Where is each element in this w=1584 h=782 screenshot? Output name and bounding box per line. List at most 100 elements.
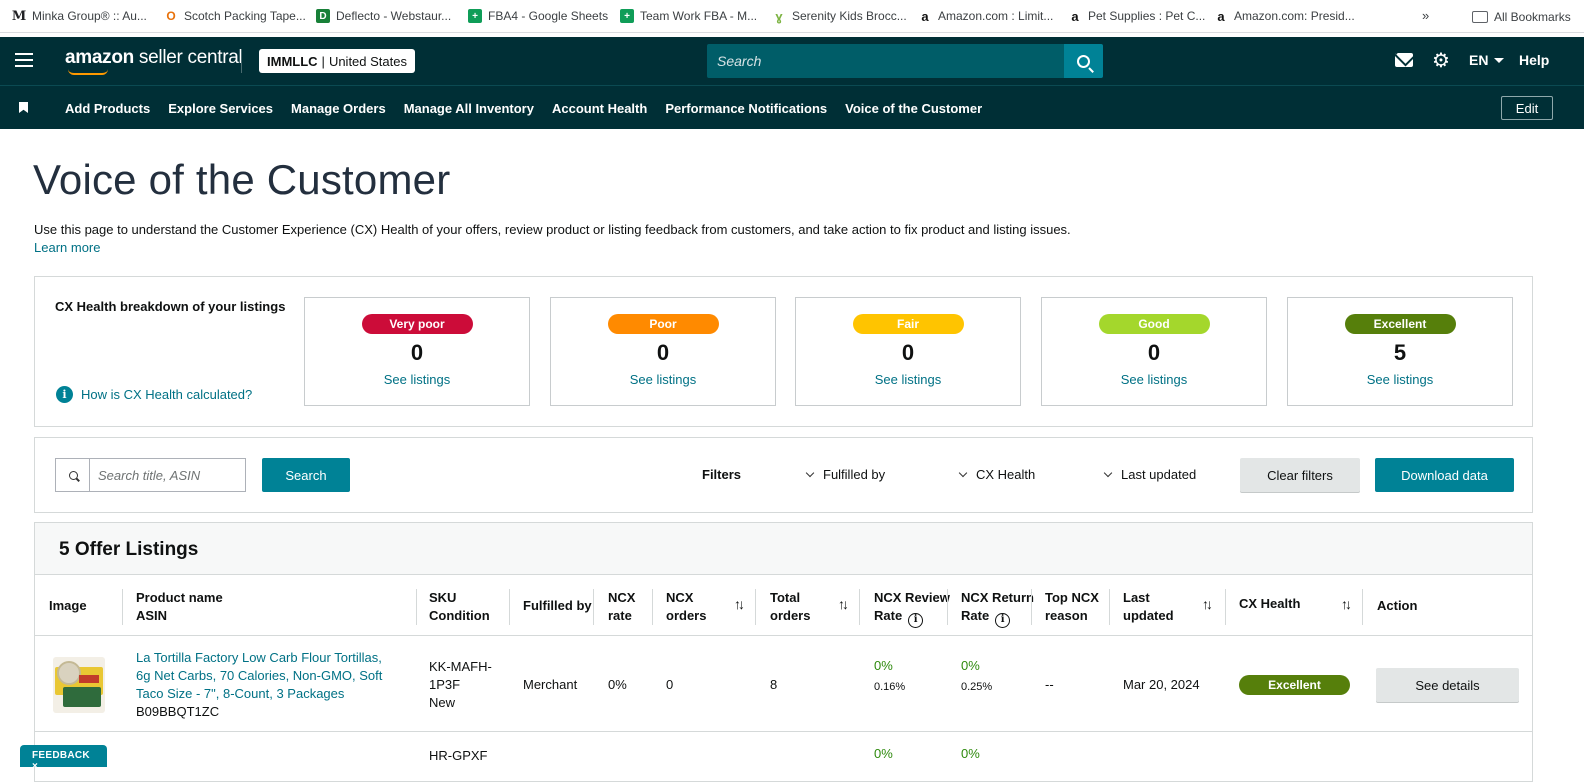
listing-search-input[interactable]: Search title, ASIN [89, 458, 246, 492]
help-link[interactable]: Help [1519, 52, 1549, 68]
see-details-button[interactable]: See details [1376, 668, 1519, 702]
account-switcher[interactable]: IMMLLC | United States [259, 49, 415, 73]
seller-central-logo[interactable]: amazon seller central [65, 47, 243, 69]
divider [1362, 589, 1363, 625]
status-badge: Excellent [1239, 675, 1350, 695]
fulfilled-by-dropdown[interactable]: Fulfilled by [805, 467, 885, 482]
sort-icon[interactable]: ↑↓ [838, 596, 849, 612]
divider [859, 589, 860, 625]
ncx-return-rate-cell: 0% [961, 746, 980, 761]
google-sheets-icon: + [468, 9, 482, 23]
status-badge: Fair [852, 314, 964, 334]
all-bookmarks-button[interactable]: All Bookmarks [1472, 0, 1571, 33]
more-bookmarks-button[interactable]: » [1422, 8, 1429, 23]
nav-manage-inventory[interactable]: Manage All Inventory [404, 101, 534, 116]
cx-count: 0 [1147, 340, 1161, 365]
info-icon[interactable]: i [995, 612, 1011, 628]
chevron-down-icon [805, 468, 815, 477]
cx-card-excellent: Excellent 5 See listings [1287, 297, 1513, 406]
amazon-icon: a [1068, 9, 1082, 24]
last-updated-dropdown[interactable]: Last updated [1103, 467, 1196, 482]
bookmark-scotch[interactable]: O Scotch Packing Tape... [156, 0, 314, 33]
divider [1109, 589, 1110, 625]
nav-account-health[interactable]: Account Health [552, 101, 647, 116]
divider [652, 589, 653, 625]
gear-icon[interactable]: ⚙ [1432, 51, 1450, 71]
bookmarks-bar: M Minka Group® :: Au... O Scotch Packing… [0, 0, 1584, 33]
col-action: Action [1377, 598, 1418, 613]
see-listings-link[interactable]: See listings [305, 372, 529, 387]
divider [947, 589, 948, 625]
fulfilled-by-cell: Merchant [523, 677, 578, 692]
mail-icon[interactable] [1395, 53, 1413, 67]
top-ncx-reason-cell: -- [1045, 677, 1054, 692]
col-top-ncx-reason: Top NCX reason [1045, 590, 1099, 623]
clear-filters-button[interactable]: Clear filters [1240, 458, 1360, 492]
page-description: Use this page to understand the Customer… [34, 222, 1071, 237]
see-listings-link[interactable]: See listings [1042, 372, 1266, 387]
cx-health-info-link[interactable]: i How is CX Health calculated? [56, 386, 252, 403]
cx-count: 0 [410, 340, 424, 365]
info-icon[interactable]: i [908, 612, 924, 628]
sort-icon[interactable]: ↑↓ [1202, 596, 1213, 612]
cx-count: 0 [901, 340, 915, 365]
ncx-rate-cell: 0% [608, 677, 627, 692]
nav-voice-of-customer[interactable]: Voice of the Customer [845, 101, 982, 116]
col-ncx-rate: NCX rate [608, 590, 636, 623]
col-last-updated: Last updated [1123, 590, 1174, 623]
see-listings-link[interactable]: See listings [1288, 372, 1512, 387]
ncx-return-rate-cell: 0% 0.25% [961, 658, 993, 693]
listing-search-icon-box [55, 458, 90, 492]
bookmark-deflecto[interactable]: D Deflecto - Webstaur... [308, 0, 459, 33]
folder-icon [1472, 10, 1488, 23]
col-ncx-review-rate: NCX Review Rate i [874, 589, 950, 628]
bookmark-amazon-limit[interactable]: a Amazon.com : Limit... [910, 0, 1061, 33]
total-orders-cell: 8 [770, 677, 778, 692]
language-selector[interactable]: EN [1469, 52, 1505, 68]
see-listings-link[interactable]: See listings [551, 372, 775, 387]
col-ncx-orders: NCX orders [666, 590, 707, 623]
bookmark-icon[interactable] [19, 102, 28, 113]
listings-heading: 5 Offer Listings [35, 523, 1532, 575]
see-listings-link[interactable]: See listings [796, 372, 1020, 387]
bookmark-amazon-presid[interactable]: a Amazon.com: Presid... [1206, 0, 1363, 33]
global-search-input[interactable]: Search [707, 44, 1065, 78]
product-title-link[interactable]: La Tortilla Factory Low Carb Flour Torti… [136, 649, 382, 703]
listing-search-button[interactable]: Search [262, 458, 350, 492]
chevron-down-icon [1103, 468, 1113, 477]
product-image[interactable] [53, 657, 105, 713]
col-image: Image [49, 598, 87, 613]
global-search-button[interactable] [1064, 44, 1103, 78]
bookmark-pet-supplies[interactable]: a Pet Supplies : Pet C... [1060, 0, 1213, 33]
secondary-navigation: Add Products Explore Services Manage Ord… [0, 85, 1584, 129]
deflecto-icon: D [316, 9, 330, 23]
divider [122, 589, 123, 625]
amazon-smile-icon [68, 69, 108, 75]
search-icon [1077, 54, 1090, 68]
divider [35, 635, 1532, 636]
download-data-button[interactable]: Download data [1375, 458, 1514, 492]
divider [755, 589, 756, 625]
col-sku: SKU Condition [429, 590, 490, 623]
bookmark-minka[interactable]: M Minka Group® :: Au... [4, 0, 155, 33]
learn-more-link[interactable]: Learn more [34, 240, 100, 255]
nav-explore-services[interactable]: Explore Services [168, 101, 273, 116]
edit-nav-button[interactable]: Edit [1501, 96, 1553, 120]
filter-panel: Search title, ASIN Search Filters Fulfil… [34, 437, 1533, 513]
col-total-orders: Total orders [770, 590, 811, 623]
nav-manage-orders[interactable]: Manage Orders [291, 101, 386, 116]
nav-performance-notifications[interactable]: Performance Notifications [665, 101, 827, 116]
cx-health-dropdown[interactable]: CX Health [958, 467, 1035, 482]
caret-down-icon [1494, 57, 1505, 63]
page-title: Voice of the Customer [33, 156, 451, 203]
feedback-button[interactable]: FEEDBACK × [20, 745, 107, 772]
sort-icon[interactable]: ↑↓ [1341, 596, 1352, 612]
bookmark-serenity[interactable]: ɣ Serenity Kids Brocc... [764, 0, 915, 33]
sort-icon[interactable]: ↑↓ [734, 596, 745, 612]
bookmark-teamwork[interactable]: + Team Work FBA - M... [612, 0, 765, 33]
bookmark-fba4[interactable]: + FBA4 - Google Sheets [460, 0, 616, 33]
amazon-icon: a [1214, 9, 1228, 24]
menu-icon[interactable] [15, 53, 33, 67]
product-name-cell: La Tortilla Factory Low Carb Flour Torti… [136, 649, 382, 721]
nav-add-products[interactable]: Add Products [65, 101, 150, 116]
